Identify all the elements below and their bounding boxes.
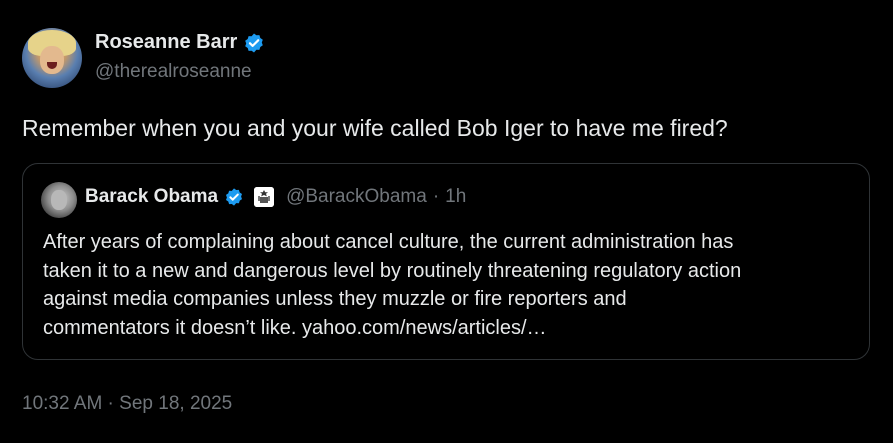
author-name-row: Roseanne Barr <box>95 31 265 54</box>
quoted-text-line: After years of complaining about cancel … <box>43 231 734 253</box>
verified-badge-icon <box>245 33 264 52</box>
quoted-text-line: taken it to a new and dangerous level by… <box>43 259 742 282</box>
quoted-author-handle[interactable]: @BarackObama <box>286 186 427 208</box>
quoted-tweet-time[interactable]: 1h <box>445 186 466 208</box>
quoted-tweet-header: Barack Obama @BarackObama · 1h <box>85 186 466 208</box>
quoted-avatar-face <box>51 190 67 210</box>
author-avatar[interactable] <box>22 28 82 88</box>
avatar-face <box>40 46 64 74</box>
verified-badge-icon <box>226 188 243 206</box>
author-display-name[interactable]: Roseanne Barr <box>95 31 237 54</box>
government-seal-icon <box>254 187 275 207</box>
header-separator: · <box>432 186 440 207</box>
tweet-text: Remember when you and your wife called B… <box>22 115 728 141</box>
quoted-tweet-text: After years of complaining about cancel … <box>43 228 858 342</box>
quoted-text-line: commentators it doesn’t like. yahoo.com/… <box>43 316 547 339</box>
quoted-text-line: against media companies unless they muzz… <box>43 288 627 310</box>
author-handle[interactable]: @therealroseanne <box>95 61 252 83</box>
tweet-timestamp[interactable]: 10:32 AM · Sep 18, 2025 <box>22 393 232 415</box>
quoted-author-avatar[interactable] <box>41 182 77 218</box>
quoted-author-name[interactable]: Barack Obama <box>85 186 218 208</box>
quoted-tweet-card[interactable]: Barack Obama @BarackObama · 1h After yea… <box>22 163 870 360</box>
